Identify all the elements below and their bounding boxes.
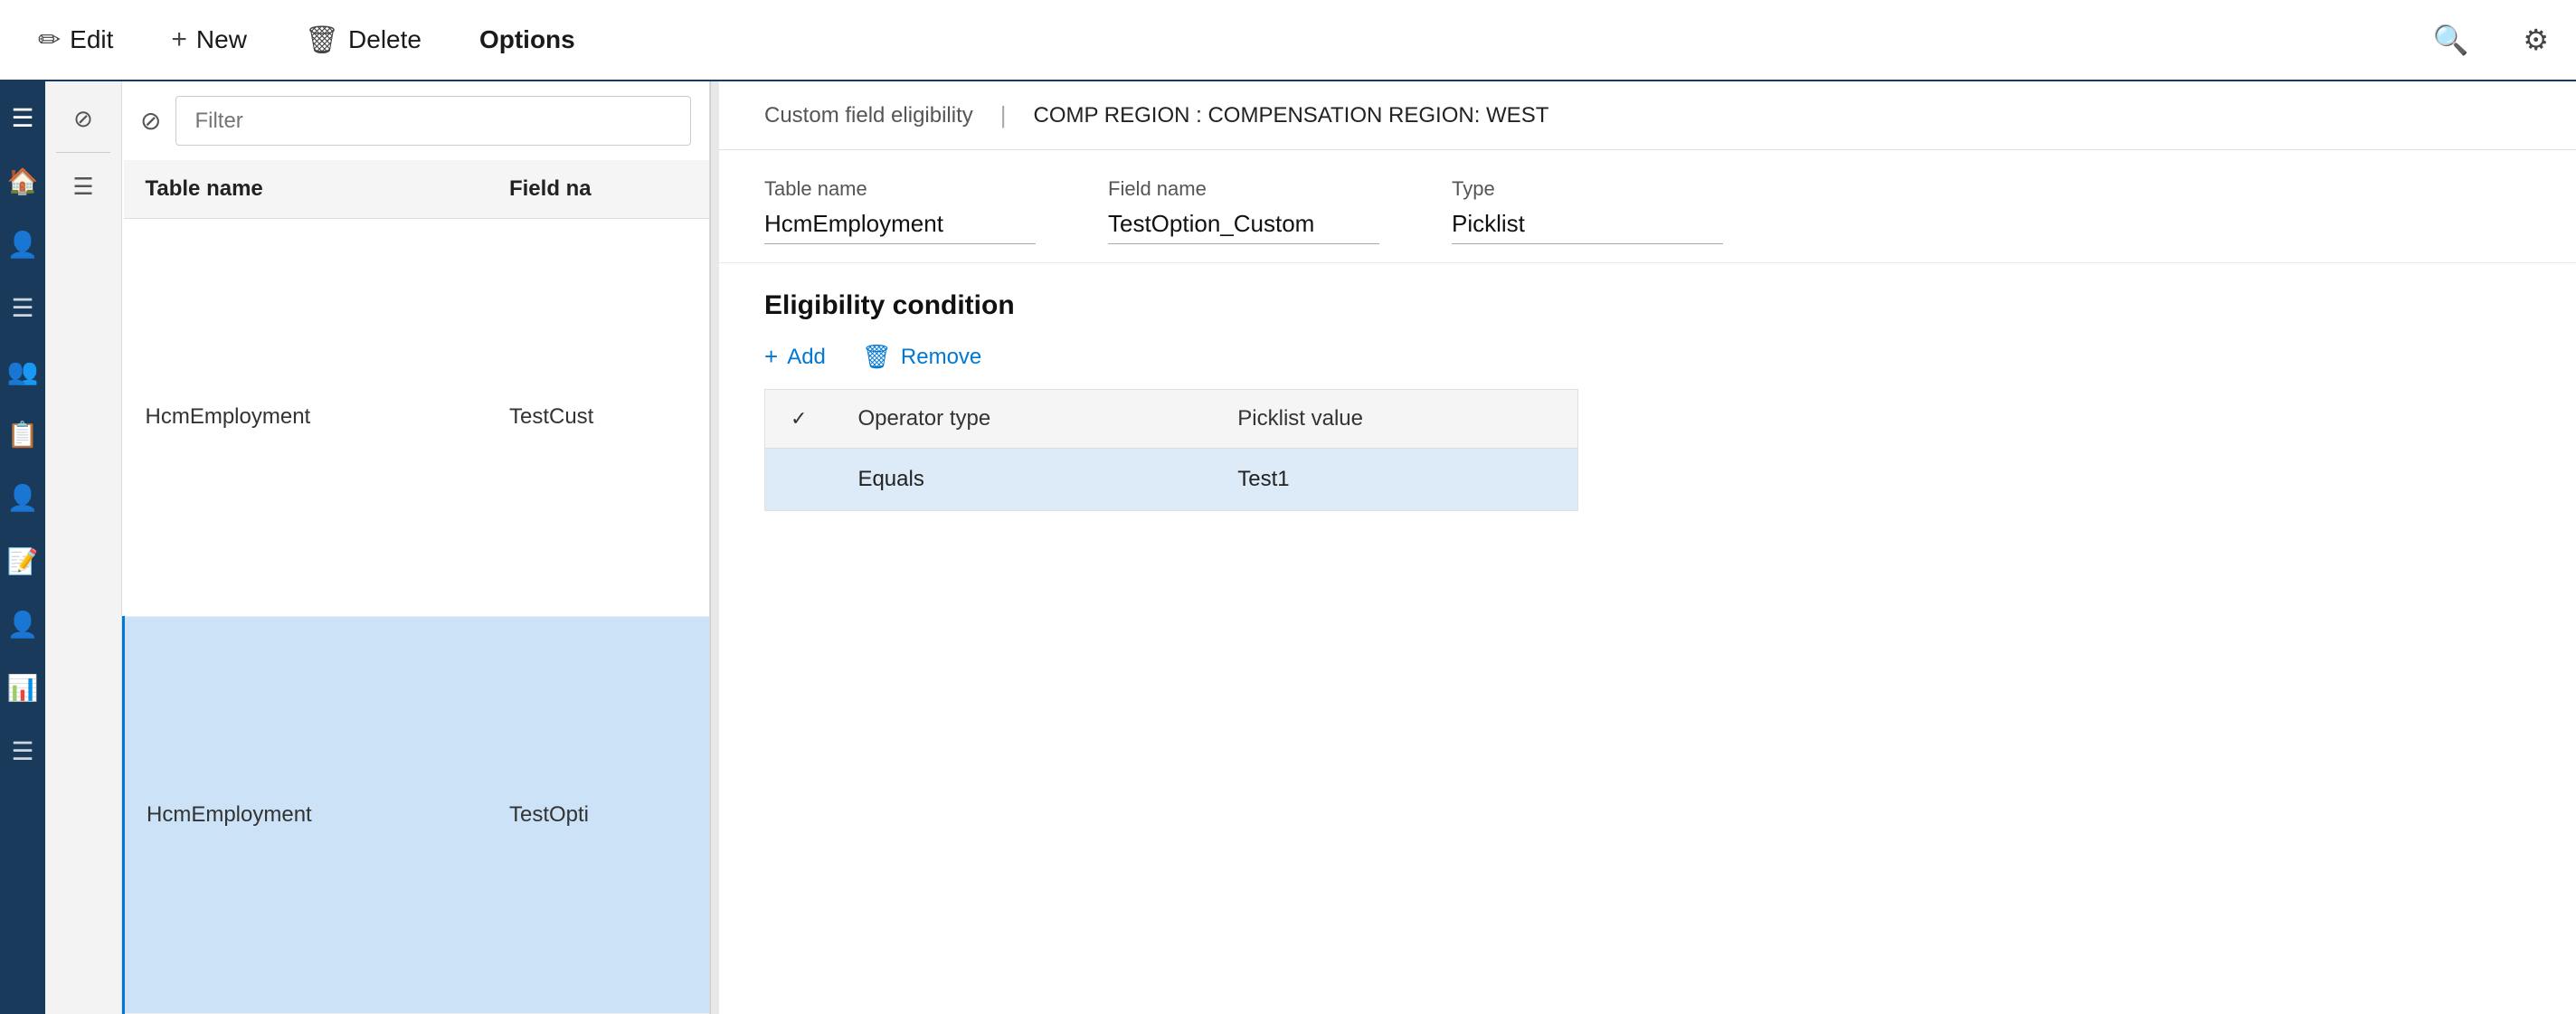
table-name-label: Table name — [764, 177, 1036, 201]
nav-divider — [56, 152, 110, 153]
nav-person-icon[interactable]: 👤 — [5, 479, 41, 516]
elig-table-row[interactable]: Equals Test1 — [765, 449, 1578, 511]
record-name: COMP REGION : COMPENSATION REGION: WEST — [1034, 103, 1549, 128]
nav-home-icon[interactable]: 🏠 — [5, 163, 41, 199]
eligibility-title: Eligibility condition — [764, 290, 2531, 321]
search-icon[interactable]: 🔍 — [2432, 23, 2468, 57]
menu-nav-icon[interactable]: ☰ — [61, 164, 106, 209]
elig-operator-cell: Equals — [832, 449, 1212, 511]
nav-user2-icon[interactable]: 👤 — [5, 606, 41, 642]
detail-panel: Custom field eligibility | COMP REGION :… — [719, 81, 2576, 1014]
edit-button[interactable]: ✏ Edit — [27, 17, 124, 63]
table-name-field: Table name HcmEmployment — [764, 177, 1036, 244]
type-field: Type Picklist — [1452, 177, 1723, 244]
nav-list-icon[interactable]: ☰ — [5, 289, 41, 326]
new-button[interactable]: + New — [160, 17, 258, 62]
settings-icon[interactable]: ⚙ — [2523, 23, 2549, 57]
field-name-field: Field name TestOption_Custom — [1108, 177, 1379, 244]
table-row[interactable]: HcmEmployment TestCust — [124, 219, 710, 617]
elig-col-operator: Operator type — [832, 390, 1212, 449]
main-layout: ☰ 🏠 👤 ☰ 👥 📋 👤 📝 👤 📊 ☰ ⊘ ☰ ⊘ Table name F… — [0, 81, 2576, 1014]
nav-chart-icon[interactable]: 📊 — [5, 669, 41, 706]
nav-user-icon[interactable]: 👤 — [5, 226, 41, 262]
top-bar: ✏ Edit + New 🗑 Delete Options 🔍 ⚙ — [0, 0, 2576, 81]
elig-table-header: ✓ Operator type Picklist value — [765, 390, 1578, 449]
edit-icon: ✏ — [38, 24, 61, 56]
type-value: Picklist — [1452, 210, 1723, 244]
delete-button[interactable]: 🗑 Delete — [294, 17, 432, 63]
check-icon: ✓ — [791, 407, 807, 430]
row-field-name: TestCust — [488, 219, 709, 617]
type-label: Type — [1452, 177, 1723, 201]
add-icon: + — [764, 343, 778, 371]
filter-icon[interactable]: ⊘ — [140, 106, 161, 136]
col-table-name: Table name — [124, 160, 488, 219]
list-table: Table name Field na HcmEmployment TestCu… — [122, 160, 709, 1014]
detail-header: Custom field eligibility | COMP REGION :… — [719, 81, 2576, 150]
table-name-value: HcmEmployment — [764, 210, 1036, 244]
elig-col-picklist: Picklist value — [1212, 390, 1577, 449]
filter-bar: ⊘ — [122, 81, 709, 160]
header-separator: | — [1000, 101, 1007, 129]
list-table-header: Table name Field na — [124, 160, 710, 219]
elig-check-cell — [765, 449, 833, 511]
filter-input[interactable] — [175, 96, 691, 146]
options-button[interactable]: Options — [469, 18, 586, 62]
elig-check-col: ✓ — [765, 390, 833, 449]
left-nav: ☰ 🏠 👤 ☰ 👥 📋 👤 📝 👤 📊 ☰ — [0, 81, 45, 1014]
field-name-label: Field name — [1108, 177, 1379, 201]
nav-clipboard-icon[interactable]: 📋 — [5, 416, 41, 452]
remove-icon: 🗑 — [862, 343, 892, 371]
nav-group-icon[interactable]: 👥 — [5, 353, 41, 389]
eligibility-actions: + Add 🗑 Remove — [764, 343, 2531, 371]
table-row[interactable]: HcmEmployment TestOpti — [124, 616, 710, 1014]
panel-splitter[interactable] — [710, 81, 719, 1014]
col-field-name: Field na — [488, 160, 709, 219]
nav-note-icon[interactable]: 📝 — [5, 543, 41, 579]
filter-nav-icon[interactable]: ⊘ — [61, 96, 106, 141]
row-table-name: HcmEmployment — [124, 616, 488, 1014]
row-table-name: HcmEmployment — [124, 219, 488, 617]
detail-fields: Table name HcmEmployment Field name Test… — [719, 150, 2576, 263]
second-nav: ⊘ ☰ — [45, 81, 122, 1014]
eligibility-section: Eligibility condition + Add 🗑 Remove ✓ — [719, 263, 2576, 1014]
row-field-name: TestOpti — [488, 616, 709, 1014]
field-name-value: TestOption_Custom — [1108, 210, 1379, 244]
elig-picklist-cell: Test1 — [1212, 449, 1577, 511]
nav-menu-icon[interactable]: ☰ — [5, 100, 41, 136]
plus-icon: + — [171, 24, 187, 55]
delete-icon: 🗑 — [305, 24, 339, 56]
breadcrumb-title: Custom field eligibility — [764, 103, 973, 128]
nav-lines-icon[interactable]: ☰ — [5, 733, 41, 769]
eligibility-table: ✓ Operator type Picklist value Equals Te… — [764, 389, 1578, 511]
remove-button[interactable]: 🗑 Remove — [862, 343, 981, 371]
list-panel: ⊘ Table name Field na HcmEmployment Test… — [122, 81, 710, 1014]
add-button[interactable]: + Add — [764, 343, 826, 371]
